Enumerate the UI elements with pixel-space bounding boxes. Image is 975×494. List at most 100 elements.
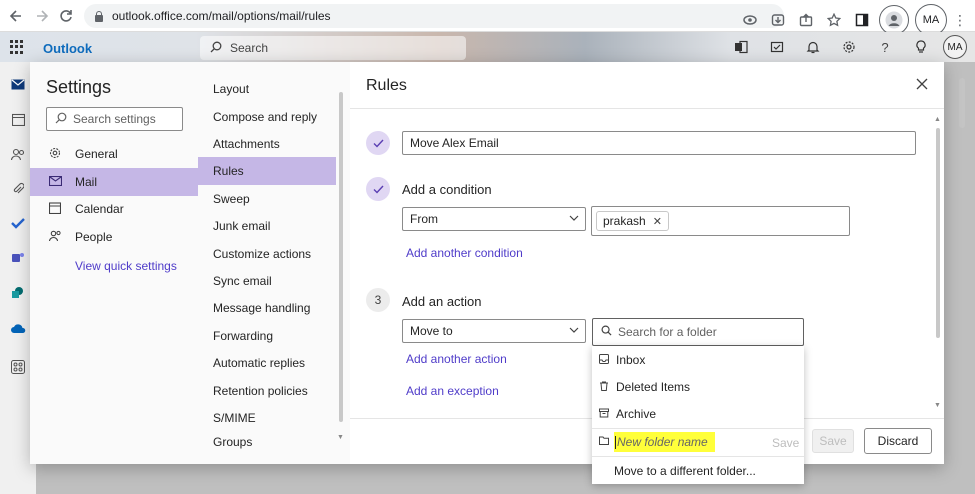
settings-search-input[interactable]: Search settings [46, 107, 183, 131]
add-exception-link[interactable]: Add an exception [406, 384, 499, 398]
settings-category-people[interactable]: People [30, 223, 198, 251]
my-day-icon[interactable] [763, 34, 791, 60]
calendar-rail-icon[interactable] [9, 110, 27, 128]
outlook-search-placeholder: Search [230, 41, 269, 55]
close-icon[interactable] [916, 77, 928, 95]
sidepanel-icon[interactable] [851, 9, 873, 31]
people-rail-icon[interactable] [9, 145, 27, 163]
eye-icon[interactable] [739, 9, 761, 31]
back-icon[interactable] [4, 4, 28, 28]
office-icon[interactable] [727, 34, 755, 60]
step-complete-icon [366, 177, 390, 201]
folder-item-archive[interactable]: Archive [592, 401, 804, 427]
condition-heading: Add a condition [402, 182, 492, 197]
divider [592, 428, 804, 429]
subsection-sweep[interactable]: Sweep [198, 185, 336, 213]
onedrive-rail-icon[interactable] [9, 319, 27, 337]
share-icon[interactable] [795, 9, 817, 31]
condition-type-dropdown[interactable]: From [402, 207, 586, 231]
settings-dialog: Settings Search settings General Mail Ca… [30, 62, 944, 464]
settings-title: Settings [46, 77, 112, 97]
move-to-different-folder-item[interactable]: Move to a different folder... [614, 464, 756, 478]
forward-icon[interactable] [30, 4, 54, 28]
subsection-compose-and-reply[interactable]: Compose and reply [198, 103, 336, 131]
subsection-automatic-replies[interactable]: Automatic replies [198, 349, 336, 377]
subsection-groups[interactable]: Groups [198, 432, 336, 452]
subsection-sync-email[interactable]: Sync email [198, 267, 336, 295]
settings-category-label: People [75, 230, 113, 244]
sharepoint-rail-icon[interactable] [9, 284, 27, 302]
subsection-junk-email[interactable]: Junk email [198, 212, 336, 240]
chip-label: prakash [603, 214, 646, 228]
settings-category-mail[interactable]: Mail [30, 168, 198, 196]
help-icon[interactable]: ? [871, 34, 899, 60]
folder-label: Archive [616, 407, 657, 421]
condition-type-value: From [410, 212, 438, 226]
trash-icon [598, 381, 610, 394]
scroll-down-icon[interactable]: ▼ [337, 434, 344, 441]
user-avatar-initials: MA [947, 41, 963, 53]
install-icon[interactable] [767, 9, 789, 31]
add-another-condition-link[interactable]: Add another condition [406, 246, 523, 260]
subsections-scrollbar[interactable] [339, 92, 343, 422]
menu-icon[interactable]: ⋮ [953, 12, 967, 29]
gear-icon [48, 147, 62, 162]
settings-category-label: General [75, 147, 118, 161]
settings-gear-icon[interactable] [835, 34, 863, 60]
subsection-smime[interactable]: S/MIME [198, 404, 336, 432]
settings-category-label: Calendar [75, 202, 124, 216]
attachment-rail-icon[interactable] [9, 180, 27, 198]
folder-item-inbox[interactable]: Inbox [592, 347, 804, 373]
condition-value-field[interactable]: prakash ✕ [591, 206, 850, 236]
star-icon[interactable] [823, 9, 845, 31]
settings-category-general[interactable]: General [30, 140, 198, 168]
subsection-retention-policies[interactable]: Retention policies [198, 377, 336, 405]
profile-icon[interactable] [879, 5, 909, 35]
save-button[interactable]: Save [812, 429, 854, 453]
folder-item-deleted-items[interactable]: Deleted Items [592, 374, 804, 400]
settings-category-label: Mail [75, 175, 98, 189]
folder-picker-popup: Inbox Deleted Items Archive New folder n… [592, 346, 804, 484]
calendar-icon [48, 201, 62, 217]
chevron-down-icon [569, 325, 579, 336]
step-number: 3 [366, 288, 390, 312]
new-folder-save-button[interactable]: Save [772, 436, 799, 450]
settings-category-calendar[interactable]: Calendar [30, 195, 198, 223]
lightbulb-icon[interactable] [907, 34, 935, 60]
search-icon [55, 112, 67, 127]
subsection-attachments[interactable]: Attachments [198, 130, 336, 158]
scroll-up-icon[interactable]: ▲ [934, 116, 941, 123]
subsection-rules[interactable]: Rules [198, 157, 336, 185]
folder-search-input[interactable]: Search for a folder [592, 318, 804, 346]
todo-rail-icon[interactable] [9, 214, 27, 232]
more-apps-rail-icon[interactable] [9, 358, 27, 376]
view-quick-settings-link[interactable]: View quick settings [75, 259, 177, 273]
settings-search-placeholder: Search settings [73, 112, 156, 126]
add-another-action-link[interactable]: Add another action [406, 352, 507, 366]
bell-icon[interactable] [799, 34, 827, 60]
scroll-down-icon[interactable]: ▼ [934, 402, 941, 409]
subsection-forwarding[interactable]: Forwarding [198, 322, 336, 350]
action-type-dropdown[interactable]: Move to [402, 319, 586, 343]
step-complete-icon [366, 131, 390, 155]
subsection-customize-actions[interactable]: Customize actions [198, 240, 336, 268]
outlook-brand[interactable]: Outlook [43, 41, 92, 56]
reload-icon[interactable] [54, 4, 78, 28]
subsection-message-handling[interactable]: Message handling [198, 294, 336, 322]
mail-rail-icon[interactable] [9, 75, 27, 93]
address-bar[interactable]: outlook.office.com/mail/options/mail/rul… [84, 4, 784, 28]
app-launcher-icon[interactable] [10, 40, 24, 54]
outlook-search[interactable]: Search [200, 36, 466, 60]
user-avatar[interactable]: MA [943, 35, 967, 59]
subsection-layout[interactable]: Layout [198, 75, 336, 103]
new-folder-name-input[interactable]: New folder name [614, 432, 715, 452]
rule-name-input[interactable]: Move Alex Email [402, 131, 916, 155]
teams-rail-icon[interactable] [9, 249, 27, 267]
discard-button[interactable]: Discard [864, 428, 932, 454]
new-folder-icon [598, 436, 610, 448]
folder-label: Inbox [616, 353, 646, 367]
divider [592, 456, 804, 457]
rules-scrollbar[interactable] [936, 128, 940, 338]
remove-chip-icon[interactable]: ✕ [653, 215, 662, 228]
search-icon [210, 41, 222, 56]
